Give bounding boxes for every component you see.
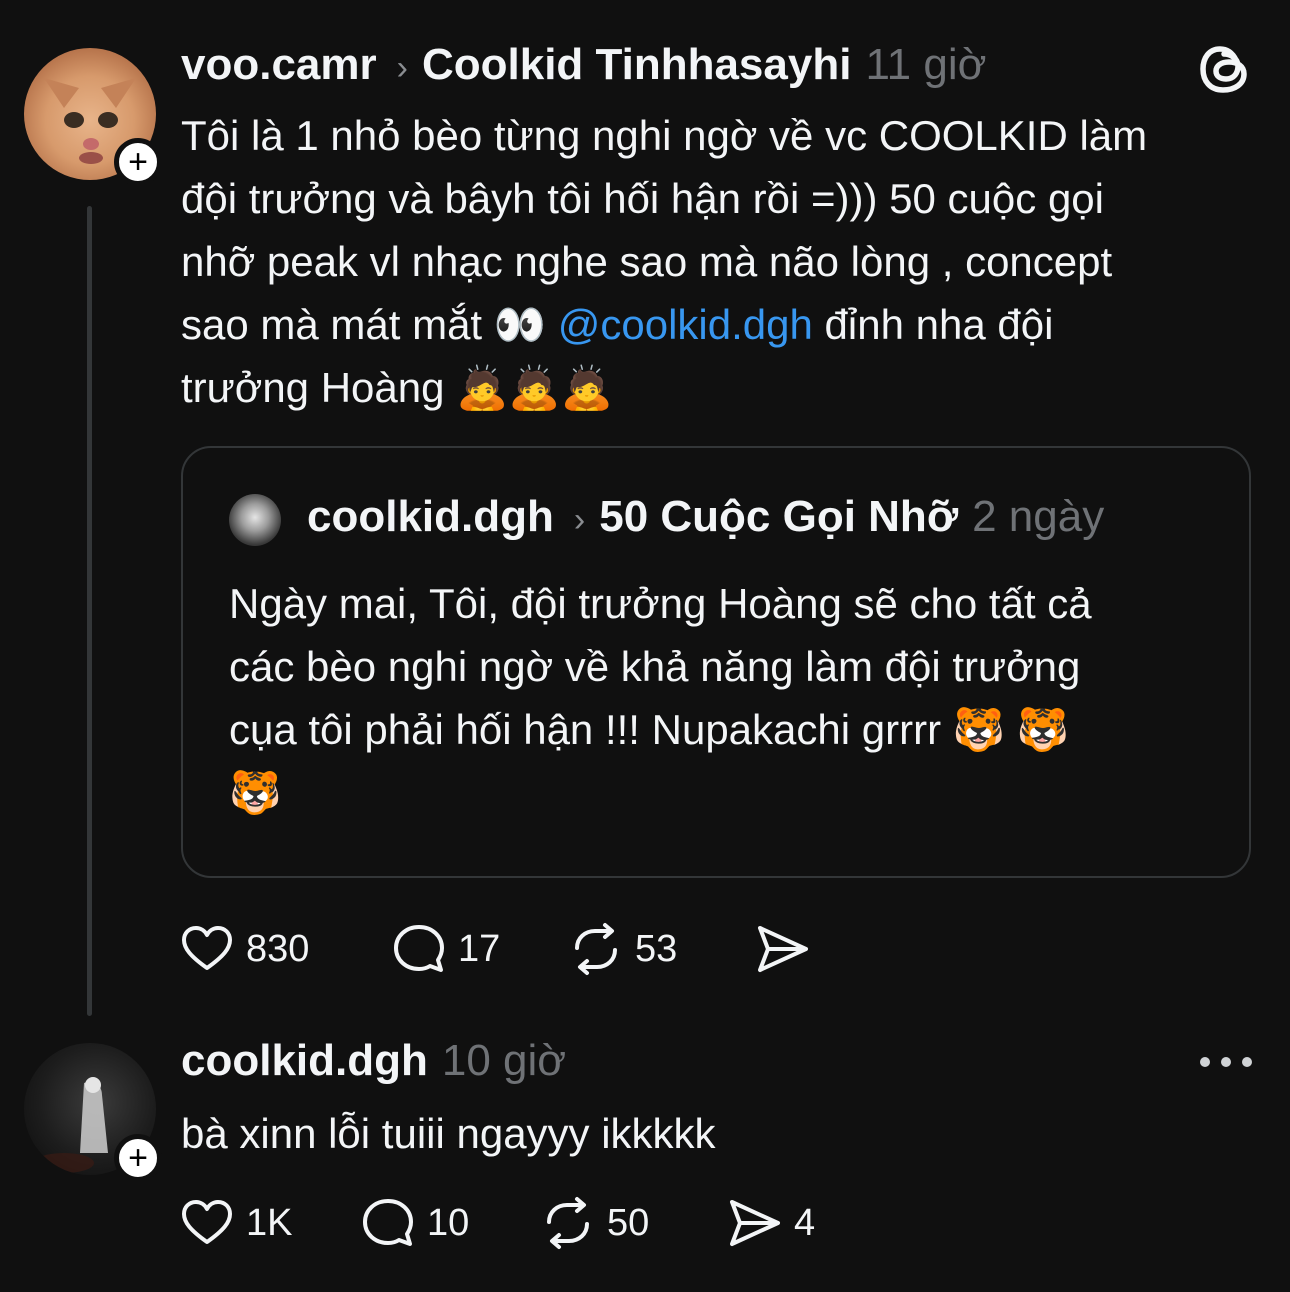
reply-share-count: 4 xyxy=(794,1201,816,1244)
reply-to-username[interactable]: Coolkid Tinhhasayhi xyxy=(422,40,851,90)
post-time: 11 giờ xyxy=(865,40,987,89)
quoted-post-text: Ngày mai, Tôi, đội trưởng Hoàng sẽ cho t… xyxy=(229,580,1092,816)
reply-repost-count: 50 xyxy=(607,1201,650,1244)
like-count: 830 xyxy=(246,927,310,970)
quoted-time: 2 ngày xyxy=(972,492,1105,541)
comment-button[interactable]: 17 xyxy=(392,922,500,976)
quoted-reply-to[interactable]: 50 Cuộc Gọi Nhỡ xyxy=(599,492,958,542)
send-icon xyxy=(758,926,808,972)
repost-icon xyxy=(547,1197,589,1249)
quoted-username[interactable]: coolkid.dgh xyxy=(307,492,554,542)
heart-icon xyxy=(182,1200,232,1244)
dot xyxy=(1200,1057,1210,1067)
post-text: Tôi là 1 nhỏ bèo từng nghi ngờ về vc COO… xyxy=(181,104,1261,419)
thread-connector-line xyxy=(87,206,92,1016)
dot xyxy=(1221,1057,1231,1067)
threads-logo-icon[interactable] xyxy=(1196,40,1254,98)
comment-bubble-icon xyxy=(363,1199,413,1246)
reply-text: bà xinn lỗi tuiii ngayyy ikkkkk xyxy=(181,1110,716,1157)
reply-header: coolkid.dgh 10 giờ xyxy=(181,1036,566,1086)
reply-time: 10 giờ xyxy=(441,1036,567,1085)
reply-like-button[interactable]: 1K xyxy=(180,1196,292,1250)
reply-username[interactable]: coolkid.dgh xyxy=(181,1036,428,1086)
chevron-right-icon: › xyxy=(396,49,408,87)
like-button[interactable]: 830 xyxy=(180,922,309,976)
post-username[interactable]: voo.camr xyxy=(181,40,377,90)
heart-icon xyxy=(182,926,232,970)
send-icon xyxy=(730,1200,780,1246)
more-options-icon[interactable] xyxy=(1200,1050,1252,1074)
post-header: voo.camr › Coolkid Tinhhasayhi 11 giờ xyxy=(181,40,986,90)
quoted-avatar[interactable] xyxy=(229,494,281,546)
chevron-right-icon: › xyxy=(573,501,586,539)
follow-plus-icon[interactable]: + xyxy=(114,138,162,186)
reply-repost-button[interactable]: 50 xyxy=(541,1196,649,1250)
quoted-post-header: coolkid.dgh › 50 Cuộc Gọi Nhỡ 2 ngày xyxy=(307,492,1104,542)
repost-button[interactable]: 53 xyxy=(569,922,677,976)
comment-bubble-icon xyxy=(394,925,444,972)
reply-share-button[interactable]: 4 xyxy=(728,1196,815,1250)
mention-link[interactable]: @coolkid.dgh xyxy=(558,301,813,348)
dot xyxy=(1242,1057,1252,1067)
reply-like-count: 1K xyxy=(246,1201,293,1244)
reply-comment-count: 10 xyxy=(427,1201,470,1244)
repost-icon xyxy=(575,923,617,975)
share-button[interactable] xyxy=(756,922,810,976)
comment-count: 17 xyxy=(458,927,501,970)
reply-comment-button[interactable]: 10 xyxy=(361,1196,469,1250)
repost-count: 53 xyxy=(635,927,678,970)
follow-plus-icon[interactable]: + xyxy=(114,1134,162,1182)
